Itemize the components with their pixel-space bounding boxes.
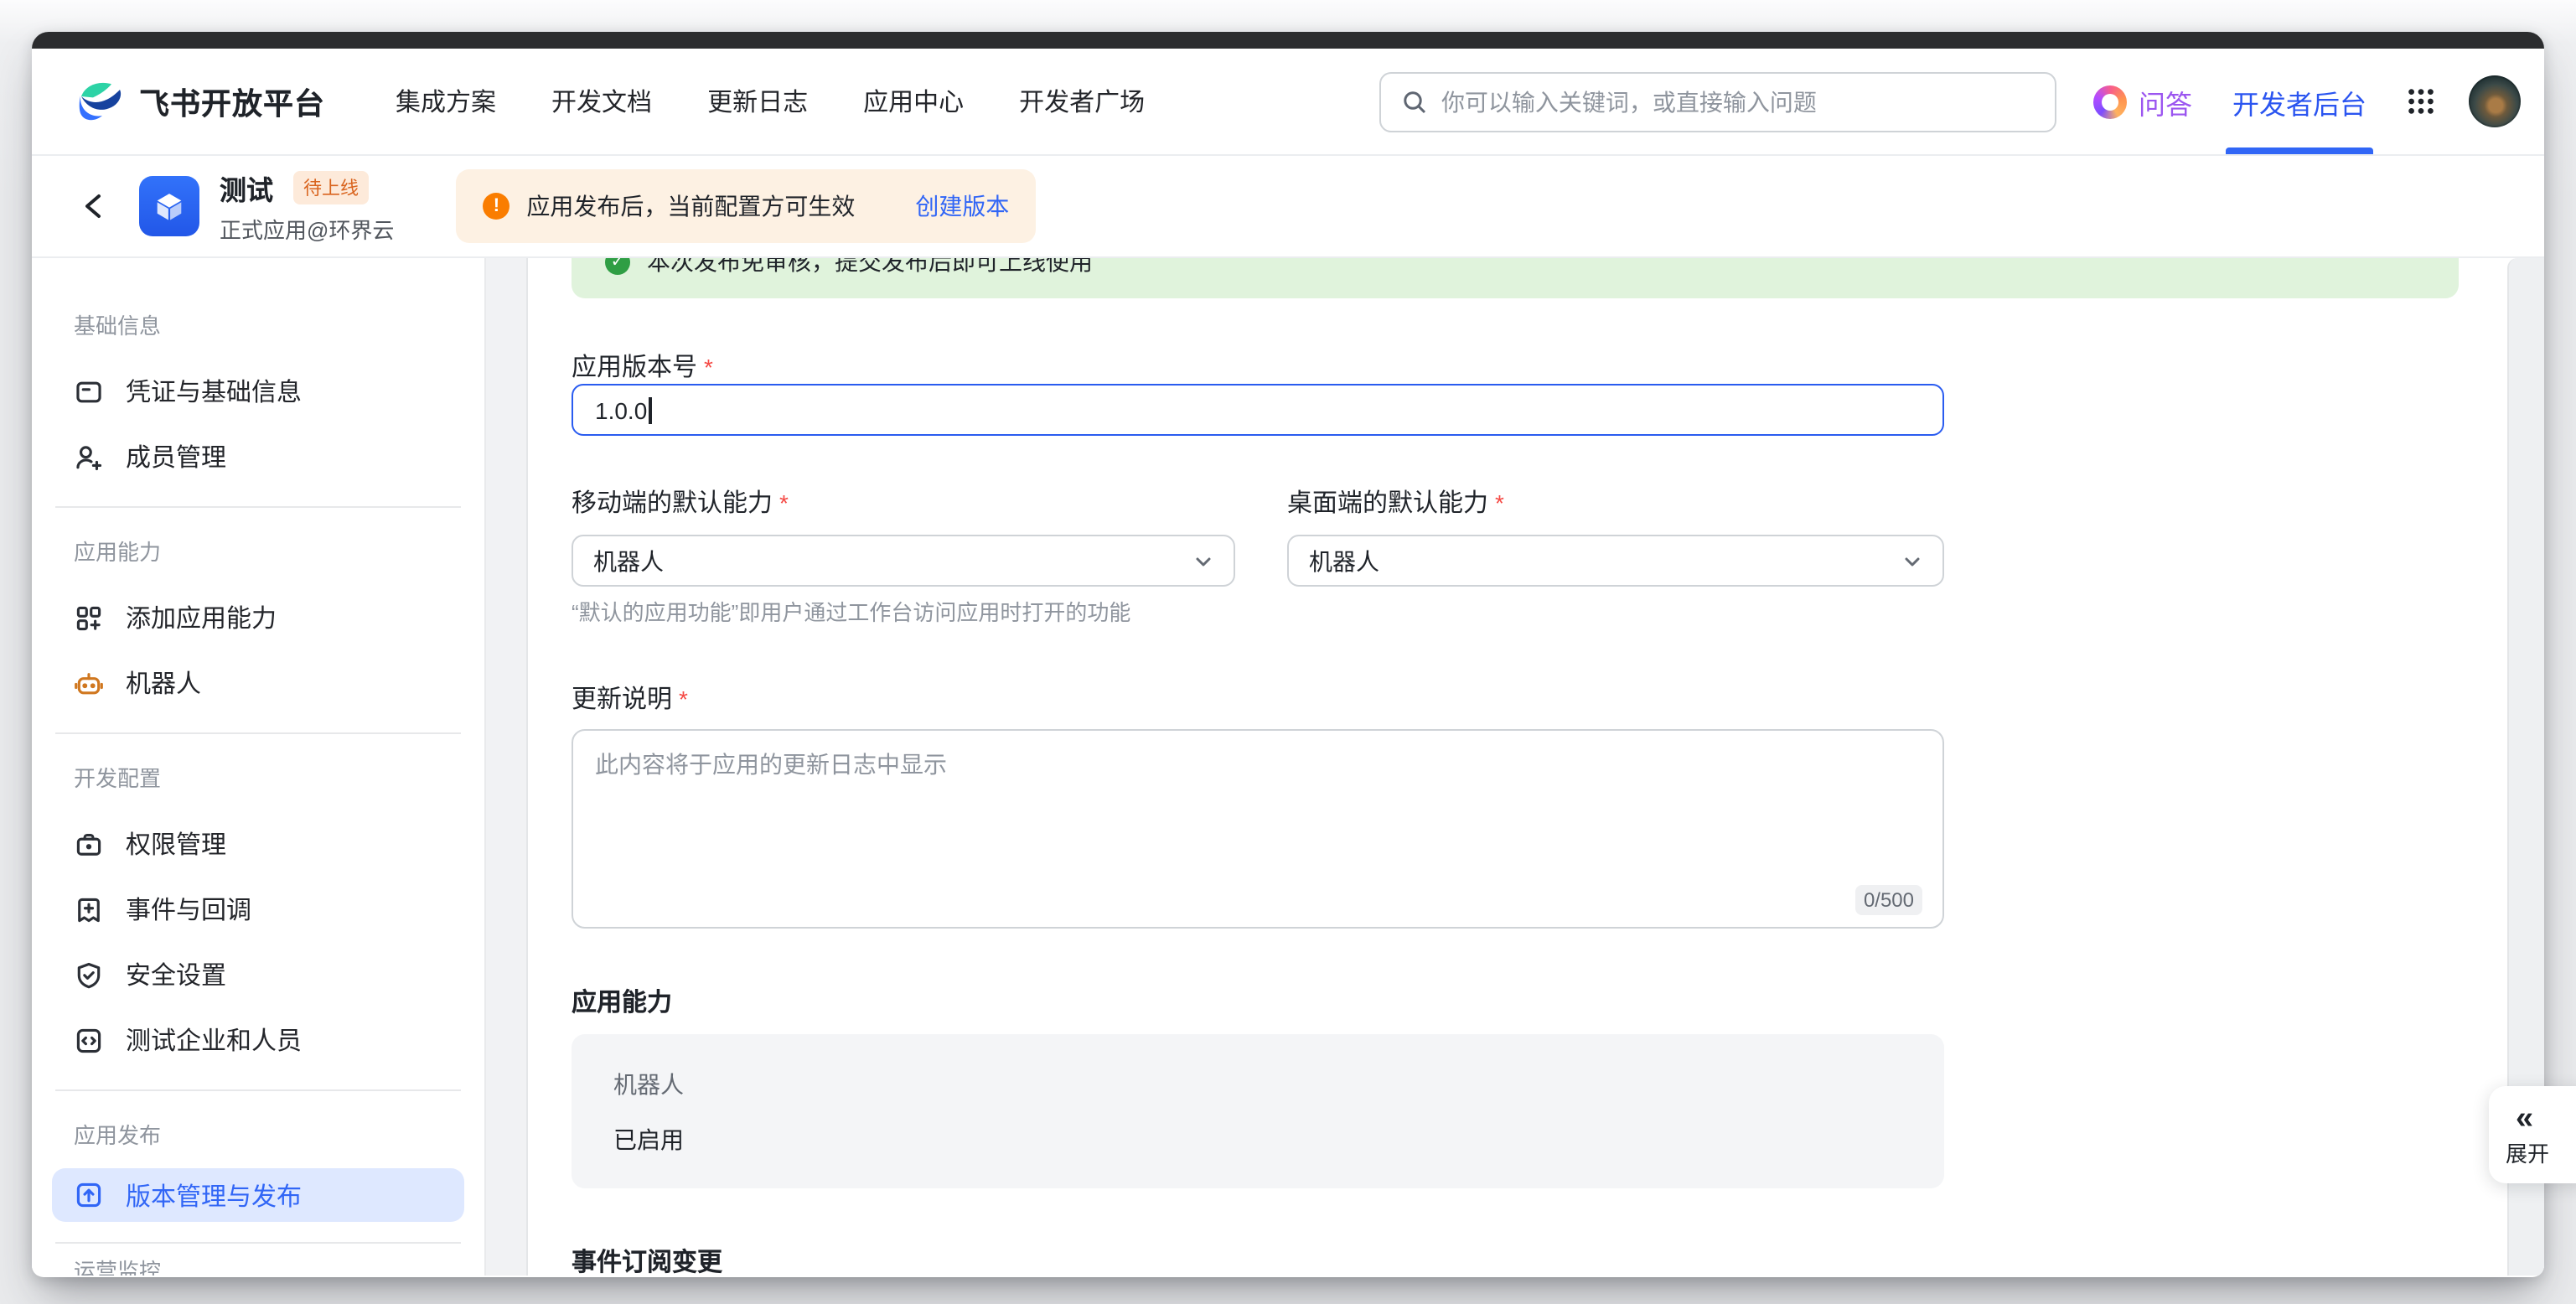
tab-developer-console[interactable]: 开发者后台 (2232, 49, 2367, 154)
qa-label: 问答 (2139, 81, 2192, 122)
version-label: 应用版本号* (572, 352, 2544, 384)
sidebar-item-version-release-active[interactable]: 版本管理与发布 (52, 1168, 464, 1222)
create-version-link[interactable]: 创建版本 (915, 189, 1009, 223)
nav-item-changelog[interactable]: 更新日志 (707, 84, 808, 119)
page: 飞书开放平台 集成方案 开发文档 更新日志 应用中心 开发者广场 你可以输入关键… (0, 0, 2576, 1304)
qa-link[interactable]: 问答 (2093, 81, 2192, 122)
sidebar-section-basic-info: 基础信息 (74, 312, 484, 342)
top-nav: 飞书开放平台 集成方案 开发文档 更新日志 应用中心 开发者广场 你可以输入关键… (32, 49, 2544, 156)
sidebar-section-release: 应用发布 (74, 1121, 484, 1151)
nav-menu: 集成方案 开发文档 更新日志 应用中心 开发者广场 (396, 84, 1145, 119)
check-icon: ✓ (605, 258, 630, 274)
alert-text: 应用发布后，当前配置方可生效 (526, 189, 855, 223)
required-asterisk: * (704, 354, 713, 380)
sidebar-item-permissions[interactable]: 权限管理 (32, 811, 484, 877)
capability-name: 机器人 (613, 1071, 1902, 1098)
app-subtitle: 正式应用@环界云 (220, 213, 394, 245)
briefcase-icon (74, 829, 104, 859)
nav-right: 问答 开发者后台 (2093, 49, 2521, 154)
main-panel: ✓ 本次发布免审核，提交发布后即可上线使用 应用版本号* 1.0.0 移动端的默… (528, 258, 2544, 1276)
char-counter: 0/500 (1855, 885, 1922, 915)
sidebar-divider (55, 1089, 461, 1091)
sidebar-scrollbar-track[interactable] (484, 258, 528, 1276)
search-input[interactable]: 你可以输入关键词，或直接输入问题 (1379, 71, 2056, 132)
app-header: 测试 待上线 正式应用@环界云 ! 应用发布后，当前配置方可生效 创建版本 (32, 156, 2544, 258)
mobile-capability-label: 移动端的默认能力* (572, 488, 1235, 520)
nav-item-marketplace[interactable]: 开发者广场 (1019, 84, 1145, 119)
desktop-capability-label: 桌面端的默认能力* (1287, 488, 1944, 520)
update-notes-textarea[interactable]: 此内容将于应用的更新日志中显示 0/500 (572, 729, 1944, 929)
feishu-logo-icon (75, 79, 126, 124)
sidebar: 基础信息 凭证与基础信息 (32, 258, 484, 1276)
desktop-capability-select[interactable]: 机器人 (1287, 535, 1944, 587)
chevron-down-icon (1193, 551, 1213, 571)
content-row: 基础信息 凭证与基础信息 (32, 258, 2544, 1276)
code-brackets-icon (74, 1025, 104, 1055)
event-change-heading: 事件订阅变更 (572, 1247, 2544, 1276)
capability-row: 移动端的默认能力* 机器人 “默认的应用功能”即用户通过工作台访问应用时打开的功… (572, 488, 2544, 627)
window-titlebar (32, 32, 2544, 49)
nav-item-integration[interactable]: 集成方案 (396, 84, 496, 119)
app-meta: 测试 待上线 正式应用@环界云 (220, 168, 394, 245)
sidebar-item-test-org[interactable]: 测试企业和人员 (32, 1007, 484, 1073)
app-capability-heading: 应用能力 (572, 987, 2544, 1019)
search-icon (1401, 88, 1428, 115)
success-banner: ✓ 本次发布免审核，提交发布后即可上线使用 (572, 258, 2459, 298)
warning-icon: ! (483, 193, 510, 220)
sidebar-divider (55, 506, 461, 508)
publish-alert-banner: ! 应用发布后，当前配置方可生效 创建版本 (456, 169, 1036, 243)
chevron-down-icon (1902, 551, 1922, 571)
bookmark-plus-icon (74, 894, 104, 924)
sidebar-item-credentials[interactable]: 凭证与基础信息 (32, 359, 484, 424)
sidebar-section-monitoring: 运营监控 (74, 1257, 484, 1276)
grid-add-icon (74, 603, 104, 633)
sidebar-item-events-callbacks[interactable]: 事件与回调 (32, 877, 484, 942)
expand-panel-button[interactable]: « 展开 (2489, 1086, 2576, 1183)
search-placeholder: 你可以输入关键词，或直接输入问题 (1441, 85, 1817, 118)
capability-status: 已启用 (613, 1126, 1902, 1153)
nav-item-app-center[interactable]: 应用中心 (863, 84, 964, 119)
nav-item-docs[interactable]: 开发文档 (551, 84, 652, 119)
status-badge: 待上线 (293, 171, 369, 204)
update-notes-label: 更新说明* (572, 684, 2544, 716)
required-asterisk: * (779, 489, 789, 516)
text-caret (649, 396, 651, 423)
sidebar-item-add-capability[interactable]: 添加应用能力 (32, 585, 484, 650)
app-capability-box: 机器人 已启用 (572, 1034, 1944, 1188)
brand-title: 飞书开放平台 (139, 80, 325, 123)
robot-icon (74, 668, 104, 698)
sidebar-item-members[interactable]: 成员管理 (32, 424, 484, 489)
member-add-icon (74, 442, 104, 472)
mobile-capability-select[interactable]: 机器人 (572, 535, 1235, 587)
collapse-chevrons-icon: « (2516, 1102, 2576, 1136)
version-input[interactable]: 1.0.0 (572, 384, 1944, 436)
back-button[interactable] (79, 189, 116, 223)
active-tab-underline (2226, 147, 2373, 154)
app-icon (139, 176, 199, 236)
shield-check-icon (74, 960, 104, 990)
upload-icon (74, 1180, 104, 1210)
capability-hint: “默认的应用功能”即用户通过工作台访问应用时打开的功能 (572, 595, 1235, 627)
sidebar-divider (55, 732, 461, 734)
sidebar-item-bot[interactable]: 机器人 (32, 650, 484, 716)
sidebar-section-dev-config: 开发配置 (74, 764, 484, 794)
app-name: 测试 (220, 168, 273, 208)
brand[interactable]: 飞书开放平台 (75, 79, 325, 124)
credential-card-icon (74, 376, 104, 406)
required-asterisk: * (679, 686, 688, 712)
qa-ring-icon (2093, 85, 2127, 118)
sidebar-divider (55, 1242, 461, 1244)
apps-grid-icon[interactable] (2407, 87, 2435, 116)
sidebar-section-capabilities: 应用能力 (74, 538, 484, 568)
user-avatar[interactable] (2469, 75, 2521, 127)
required-asterisk: * (1495, 489, 1504, 516)
browser-window: 飞书开放平台 集成方案 开发文档 更新日志 应用中心 开发者广场 你可以输入关键… (32, 32, 2544, 1277)
textarea-placeholder: 此内容将于应用的更新日志中显示 (595, 751, 947, 778)
expand-label: 展开 (2506, 1141, 2576, 1167)
sidebar-item-security[interactable]: 安全设置 (32, 942, 484, 1007)
